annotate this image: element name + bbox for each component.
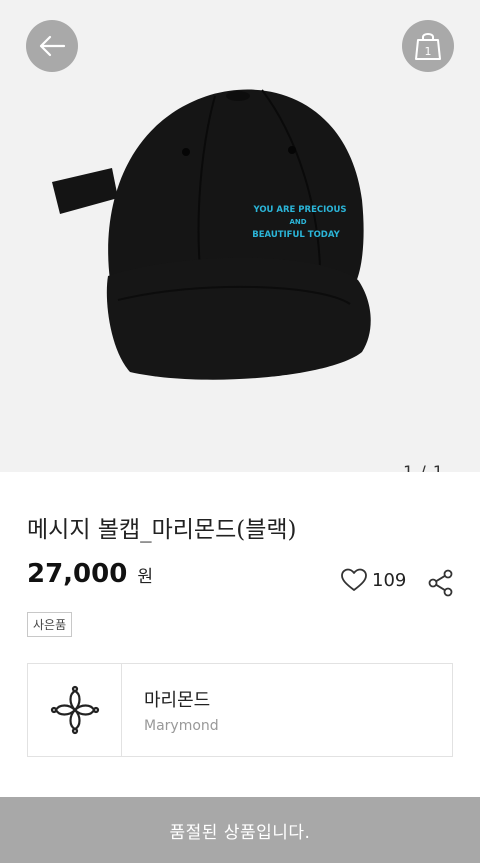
arrow-left-icon [39, 35, 66, 57]
shopping-bag-icon: 1 [415, 33, 441, 60]
share-icon [428, 569, 453, 597]
image-pager: 1 / 1 [403, 462, 444, 472]
price-row: 27,000 원 [27, 559, 153, 589]
like-count: 109 [372, 569, 407, 591]
brand-text: 마리몬드 Marymond [122, 664, 219, 756]
product-image-gallery[interactable]: YOU ARE PRECIOUS AND BEAUTIFUL TODAY 1 1… [0, 0, 480, 472]
cart-button[interactable]: 1 [402, 20, 454, 72]
brand-card[interactable]: 마리몬드 Marymond [27, 663, 453, 757]
heart-icon [341, 568, 367, 591]
cap-text-line3: BEAUTIFUL TODAY [252, 230, 340, 240]
like-button[interactable]: 109 [340, 567, 406, 593]
cap-text-line2: AND [289, 218, 306, 226]
share-button[interactable] [428, 569, 454, 601]
brand-name-en: Marymond [144, 718, 219, 734]
product-price: 27,000 [27, 559, 128, 589]
soldout-button[interactable]: 품절된 상품입니다. [0, 797, 480, 863]
cart-count: 1 [425, 45, 432, 58]
price-currency: 원 [137, 567, 153, 587]
gift-badge: 사은품 [27, 612, 73, 637]
back-button[interactable] [26, 20, 78, 72]
product-image: YOU ARE PRECIOUS AND BEAUTIFUL TODAY [52, 89, 371, 380]
brand-logo-icon [50, 685, 99, 735]
product-title: 메시지 볼캡_마리몬드(블랙) [27, 517, 297, 543]
cap-text-line1: YOU ARE PRECIOUS [252, 205, 346, 215]
brand-logo [28, 664, 122, 756]
brand-name: 마리몬드 [144, 690, 211, 711]
